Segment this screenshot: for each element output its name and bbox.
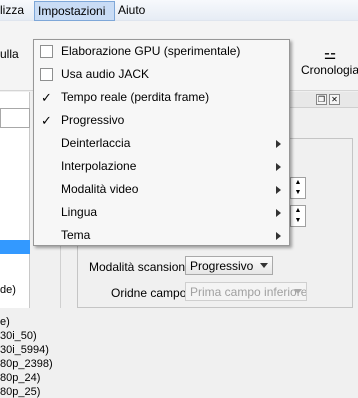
left-pane: de) e) 30i_50) 30i_5994) 80p_2398) 80p_2… — [0, 92, 53, 398]
settings-menu-item-label: Tema — [61, 228, 91, 242]
settings-menu-item-label: Lingua — [61, 205, 98, 219]
spinner-up-down[interactable]: ▲ ▼ — [290, 205, 306, 227]
scan-mode-label: Modalità scansione — [89, 260, 192, 274]
chevron-right-icon — [276, 186, 281, 194]
list-item[interactable]: e) — [0, 316, 10, 328]
settings-menu-item[interactable]: Lingua — [35, 201, 288, 224]
list-item[interactable]: 80p_24) — [0, 372, 40, 384]
chevron-down-icon — [294, 289, 302, 294]
menu-edit[interactable]: lizza — [0, 3, 24, 17]
settings-menu-item-label: Tempo reale (perdita frame) — [61, 90, 210, 104]
menu-help[interactable]: Aiuto — [118, 3, 145, 17]
settings-menu-item-label: Interpolazione — [61, 159, 137, 173]
settings-menu-item-label: Modalità video — [61, 182, 139, 196]
field-order-label: Oridne campo — [111, 286, 187, 300]
timeline-icon: ⚍ — [323, 46, 337, 62]
settings-menu-item[interactable]: Tema — [35, 224, 288, 247]
checkmark-icon: ✓ — [41, 90, 52, 105]
timeline-button[interactable]: ⚍ Cronologia — [300, 45, 358, 77]
chevron-down-icon — [260, 263, 268, 268]
settings-menu-item[interactable]: ✓ Progressivo — [35, 109, 288, 132]
spinner-up-down[interactable]: ▲ ▼ — [290, 177, 306, 199]
field-order-select: Prima campo inferiore — [185, 282, 307, 301]
chevron-right-icon — [276, 209, 281, 217]
list-item[interactable]: 80p_25) — [0, 386, 40, 398]
toolbar-left-label: ulla — [0, 47, 19, 61]
settings-menu-item-label: Usa audio JACK — [61, 67, 150, 81]
settings-menu-item-label: Progressivo — [61, 113, 125, 127]
toolbar-button-left[interactable]: ulla — [0, 47, 19, 61]
settings-menu-item[interactable]: Interpolazione — [35, 155, 288, 178]
selected-row[interactable] — [0, 240, 30, 254]
settings-menu-item[interactable]: Elaborazione GPU (sperimentale) — [35, 40, 288, 63]
checkbox-icon — [40, 68, 53, 81]
list-item[interactable]: 30i_5994) — [0, 344, 49, 356]
settings-menu-item[interactable]: Modalità video — [35, 178, 288, 201]
list-item[interactable]: de) — [0, 284, 16, 296]
settings-menu: Elaborazione GPU (sperimentale) Usa audio… — [33, 39, 290, 246]
float-icon[interactable]: ❐ — [316, 94, 327, 105]
list-item[interactable]: 30i_50) — [0, 330, 37, 342]
menu-settings[interactable]: Impostazioni — [34, 1, 115, 21]
field-order-value: Prima campo inferiore — [190, 285, 307, 299]
chevron-right-icon — [276, 140, 281, 148]
chevron-right-icon — [276, 163, 281, 171]
settings-menu-item-label: Deinterlaccia — [61, 136, 131, 150]
list-item[interactable]: 80p_2398) — [0, 358, 53, 370]
settings-menu-item[interactable]: Usa audio JACK — [35, 63, 288, 86]
chevron-right-icon — [276, 232, 281, 240]
checkbox-icon — [40, 45, 53, 58]
settings-menu-item[interactable]: ✓ Tempo reale (perdita frame) — [35, 86, 288, 109]
scan-mode-value: Progressivo — [190, 259, 254, 273]
close-icon[interactable]: ✕ — [329, 94, 340, 105]
settings-menu-item-label: Elaborazione GPU (sperimentale) — [61, 44, 241, 58]
checkmark-icon: ✓ — [41, 113, 52, 128]
search-input[interactable] — [0, 108, 30, 128]
timeline-label: Cronologia — [300, 63, 358, 77]
menu-bar: lizza Impostazioni Aiuto — [0, 0, 358, 21]
scan-mode-select[interactable]: Progressivo — [185, 256, 273, 275]
settings-menu-item[interactable]: Deinterlaccia — [35, 132, 288, 155]
